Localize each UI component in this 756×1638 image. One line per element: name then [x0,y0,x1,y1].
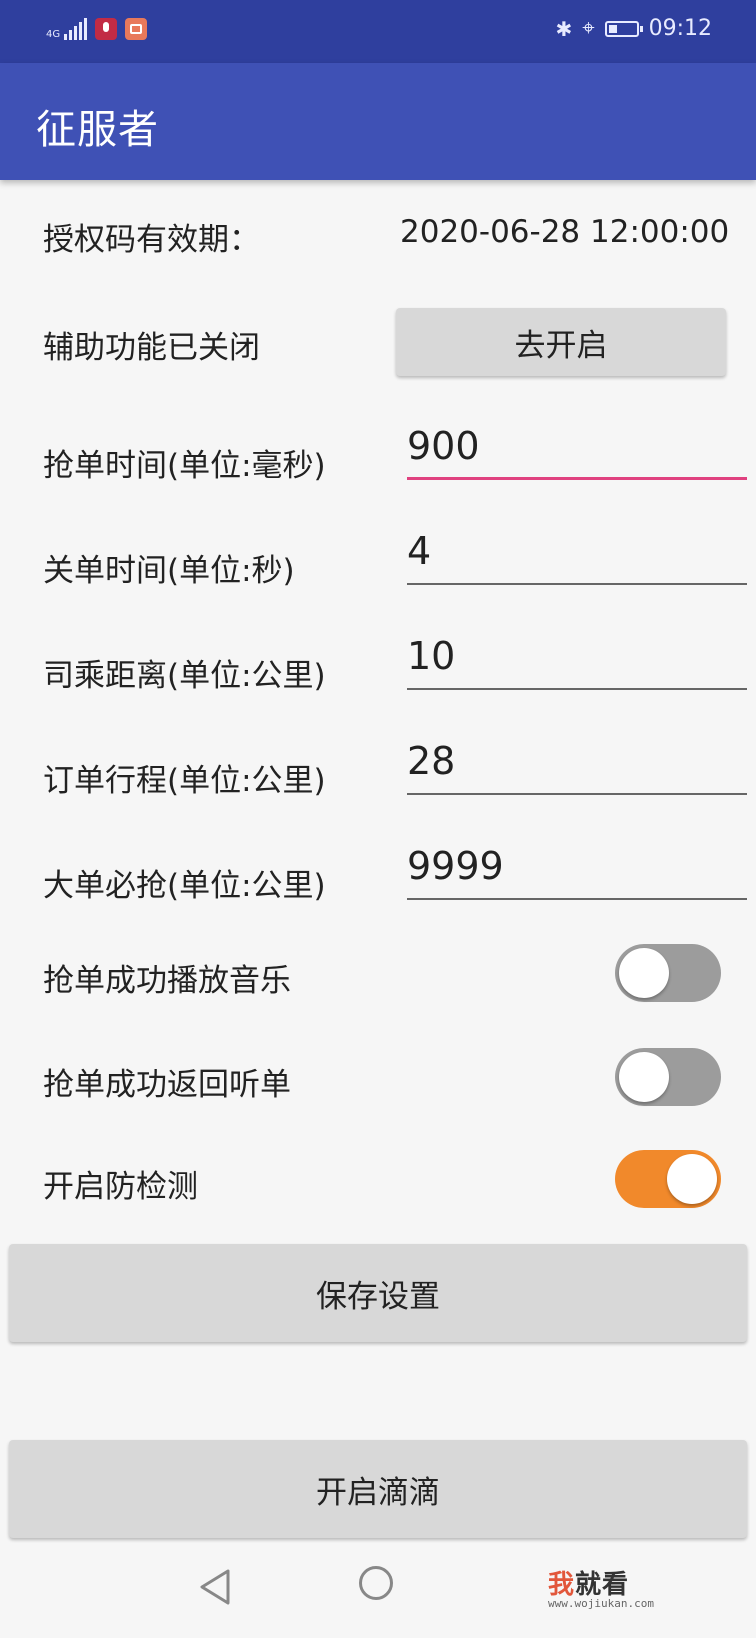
network-type: 4G [46,29,61,40]
back-icon[interactable] [198,1568,232,1606]
big-order-label: 大单必抢(单位:公里) [43,868,326,904]
grab-time-input[interactable] [407,420,747,472]
pickup-distance-input[interactable] [407,630,747,682]
switch-thumb [619,948,669,998]
big-order-field[interactable] [407,840,747,900]
play-music-label: 抢单成功播放音乐 [43,963,291,999]
watermark-logo: 我就看 [548,1570,630,1600]
close-time-label: 关单时间(单位:秒) [43,553,295,589]
auth-expiry-value: 2020-06-28 12:00:00 [400,214,730,250]
switch-thumb [667,1154,717,1204]
open-didi-button[interactable]: 开启滴滴 [9,1440,747,1538]
app-title: 征服者 [36,107,159,153]
save-settings-button[interactable]: 保存设置 [9,1244,747,1342]
shopping-app-icon [125,18,148,40]
enable-accessibility-button[interactable]: 去开启 [396,308,726,376]
grab-time-field[interactable] [407,420,747,480]
clock: 09:12 [648,16,712,41]
app-bar: 征服者 [0,63,756,180]
anti-detect-switch[interactable] [615,1150,721,1208]
big-order-input[interactable] [407,840,747,892]
close-time-field[interactable] [407,525,747,585]
pickup-distance-field[interactable] [407,630,747,690]
anti-detect-label: 开启防检测 [43,1169,198,1205]
return-listen-switch[interactable] [615,1048,721,1106]
home-icon[interactable] [359,1566,393,1600]
bluetooth-icon: ✱ [555,16,573,41]
status-right: ✱ ⌖ 09:12 [555,16,712,41]
close-time-input[interactable] [407,525,747,577]
trip-distance-underline [407,793,747,795]
switch-thumb [619,1052,669,1102]
navigation-bar: 我就看 www.wojiukan.com [0,1546,756,1638]
pickup-distance-label: 司乘距离(单位:公里) [43,658,326,694]
microphone-app-icon [95,18,118,40]
watermark-url: www.wojiukan.com [548,1597,654,1610]
status-left: 4G [46,18,148,40]
location-icon: ⌖ [582,16,595,41]
grab-time-label: 抢单时间(单位:毫秒) [43,448,326,484]
trip-distance-field[interactable] [407,735,747,795]
accessibility-status-label: 辅助功能已关闭 [43,330,260,366]
trip-distance-input[interactable] [407,735,747,787]
status-bar: 4G ✱ ⌖ 09:12 [0,0,756,63]
watermark: 我就看 www.wojiukan.com [548,1564,654,1610]
signal-icon: 4G [46,18,88,40]
return-listen-label: 抢单成功返回听单 [43,1067,291,1103]
trip-distance-label: 订单行程(单位:公里) [43,763,326,799]
battery-icon [604,20,643,37]
big-order-underline [407,898,747,900]
close-time-underline [407,583,747,585]
grab-time-underline [407,477,747,480]
play-music-switch[interactable] [615,944,721,1002]
auth-label: 授权码有效期： [43,222,260,258]
pickup-distance-underline [407,688,747,690]
